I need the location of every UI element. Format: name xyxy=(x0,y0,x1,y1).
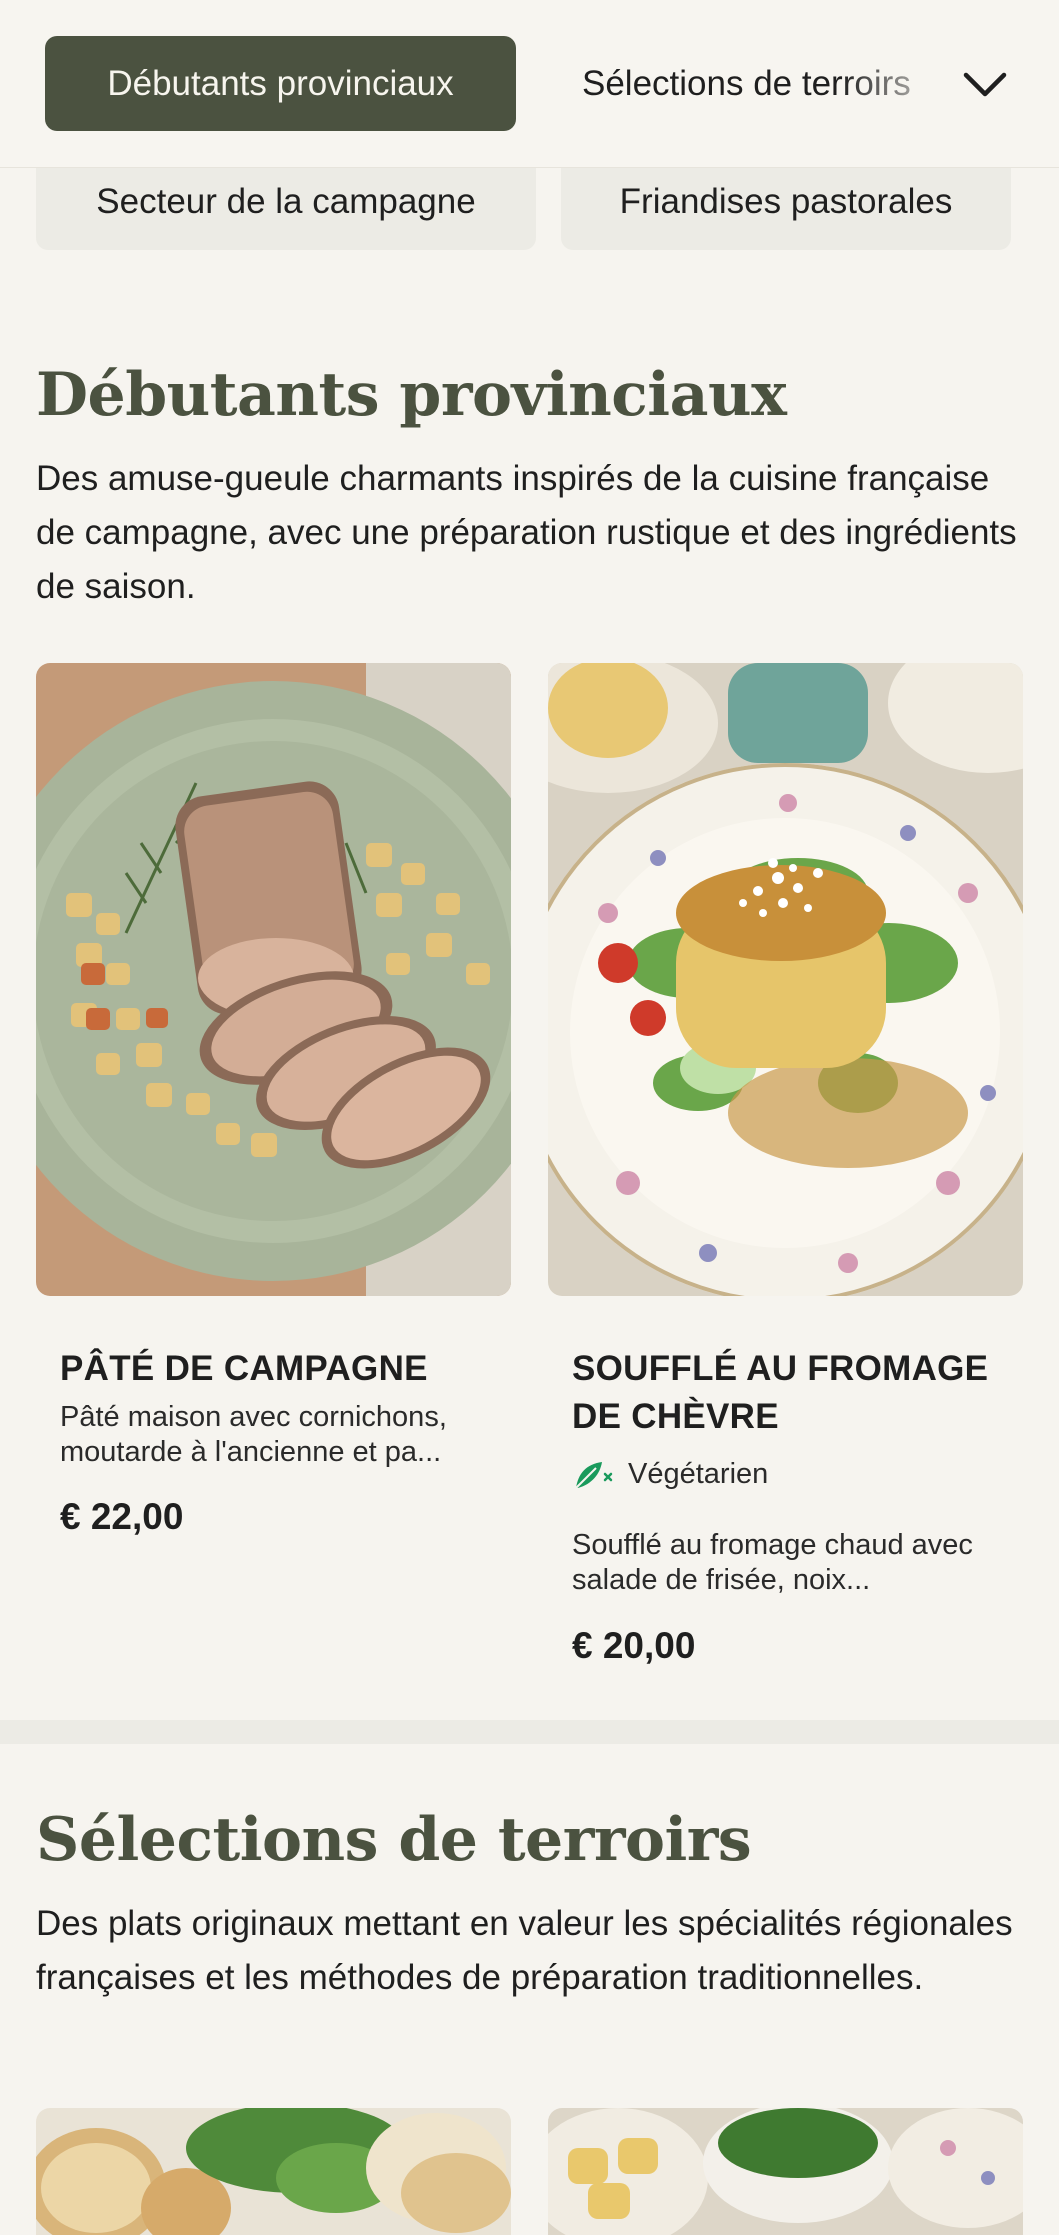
category-tab-label: Sélections de terroirs xyxy=(582,63,911,103)
section-description: Des amuse-gueule charmants inspirés de l… xyxy=(36,459,1017,606)
category-chip-label: Secteur de la campagne xyxy=(96,182,476,221)
category-tab-label: Débutants provinciaux xyxy=(107,63,454,103)
dish-description: Soufflé au fromage chaud avec salade de … xyxy=(572,1529,973,1596)
dish-image-bread[interactable] xyxy=(36,2108,511,2235)
dish-image-pate[interactable] xyxy=(36,663,511,1296)
section-description: Des plats originaux mettant en valeur le… xyxy=(36,1904,1013,1997)
category-tab-selections[interactable]: Sélections de terroirs xyxy=(582,36,942,131)
chevron-down-icon xyxy=(963,72,1007,97)
dish-name[interactable]: PÂTÉ DE CAMPAGNE xyxy=(60,1345,500,1393)
leaf-icon xyxy=(575,1462,613,1489)
dish-image-potatoes[interactable] xyxy=(548,2108,1023,2235)
category-tab-active[interactable]: Débutants provinciaux xyxy=(45,36,516,131)
category-chip-label: Friandises pastorales xyxy=(619,182,953,221)
dish-price: € 20,00 xyxy=(572,1625,696,1666)
category-nav: Débutants provinciaux Sélections de terr… xyxy=(0,0,1059,168)
dish-image-souffle[interactable] xyxy=(548,663,1023,1296)
category-dropdown-button[interactable] xyxy=(955,55,1015,115)
dish-price: € 22,00 xyxy=(60,1496,184,1537)
section-title: Débutants provinciaux xyxy=(36,360,787,430)
dish-description: Pâté maison avec cornichons, moutarde à … xyxy=(60,1401,447,1468)
section-divider xyxy=(0,1720,1059,1744)
vegetarian-label: Végétarien xyxy=(628,1457,769,1490)
vegetarian-badge: Végétarien xyxy=(572,1456,768,1492)
section-title: Sélections de terroirs xyxy=(36,1805,752,1875)
dish-name[interactable]: SOUFFLÉ AU FROMAGE DE CHÈVRE xyxy=(572,1345,1022,1441)
